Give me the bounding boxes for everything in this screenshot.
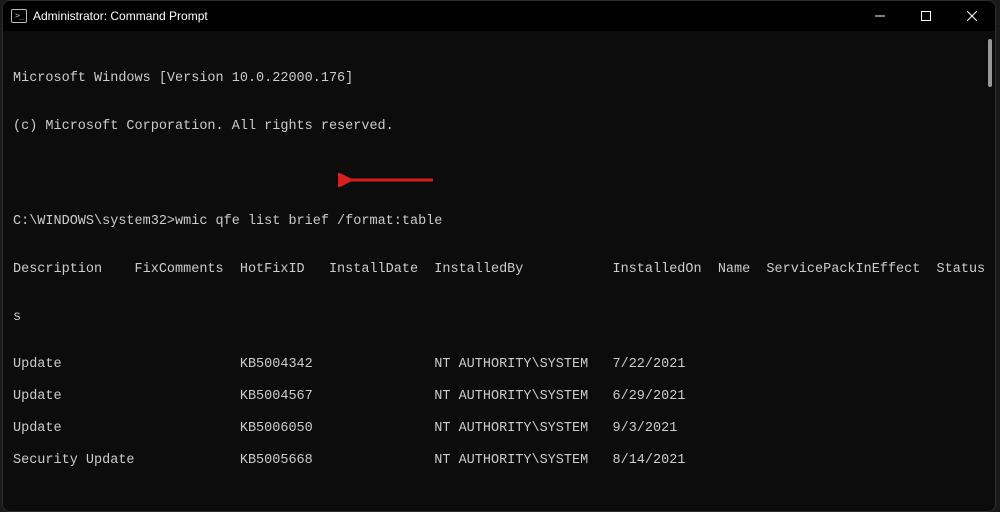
blank-line [13,469,985,485]
entered-command: wmic qfe list brief /format:table [175,214,442,229]
blank-line [13,373,985,389]
blank-line [13,166,985,182]
table-row: Security Update KB5005668 NT AUTHORITY\S… [13,453,985,469]
window-title: Administrator: Command Prompt [33,9,208,23]
title-left: >_ Administrator: Command Prompt [11,9,208,23]
prompt: C:\WINDOWS\system32> [13,214,175,229]
close-icon [967,11,977,21]
window-controls [857,1,995,31]
minimize-icon [875,11,885,21]
banner-line: Microsoft Windows [Version 10.0.22000.17… [13,71,985,87]
close-button[interactable] [949,1,995,31]
table-row: Update KB5006050 NT AUTHORITY\SYSTEM 9/3… [13,421,985,437]
titlebar[interactable]: >_ Administrator: Command Prompt [3,1,995,31]
maximize-button[interactable] [903,1,949,31]
cmd-icon: >_ [11,9,27,23]
table-row: Update KB5004567 NT AUTHORITY\SYSTEM 6/2… [13,389,985,405]
table-header-wrap: s [13,310,985,326]
table-header: Description FixComments HotFixID Install… [13,262,985,278]
blank-line [13,437,985,453]
scrollbar-thumb[interactable] [988,39,992,87]
table-rows: Update KB5004342 NT AUTHORITY\SYSTEM 7/2… [13,357,985,484]
command-line: C:\WINDOWS\system32>wmic qfe list brief … [13,214,985,230]
terminal-area[interactable]: Microsoft Windows [Version 10.0.22000.17… [3,31,995,512]
maximize-icon [921,11,931,21]
minimize-button[interactable] [857,1,903,31]
blank-line [13,405,985,421]
command-prompt-window: >_ Administrator: Command Prompt Microso… [2,0,996,512]
table-row: Update KB5004342 NT AUTHORITY\SYSTEM 7/2… [13,357,985,373]
copyright-line: (c) Microsoft Corporation. All rights re… [13,119,985,135]
